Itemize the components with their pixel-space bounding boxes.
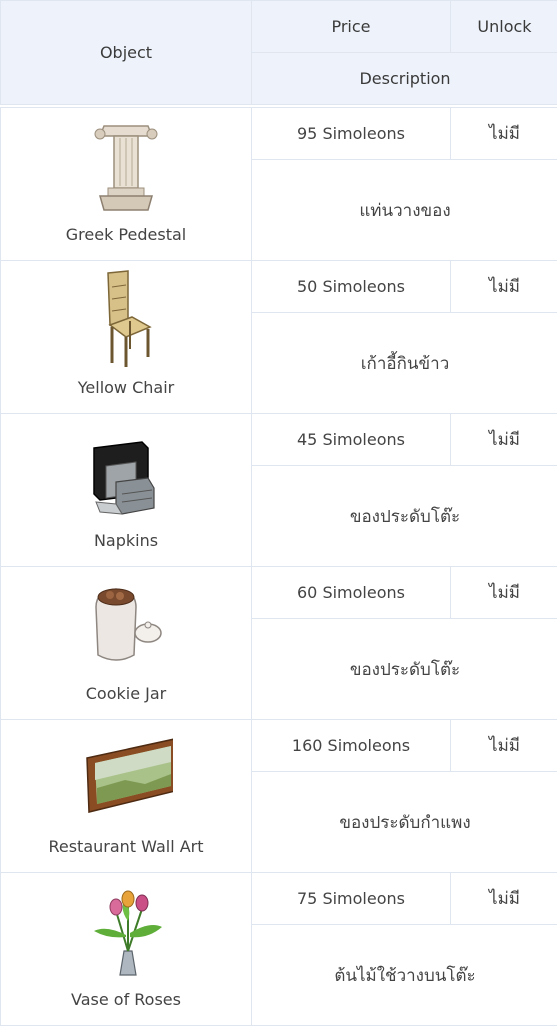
object-cell: Cookie Jar [1,567,252,720]
table-row: Greek Pedestal 95 Simoleons ไม่มี [1,108,557,160]
vase-icon [86,881,166,981]
unlock-cell: ไม่มี [451,414,557,466]
price-cell: 75 Simoleons [252,873,451,925]
table-row: Restaurant Wall Art 160 Simoleons ไม่มี [1,720,557,772]
header-price: Price [252,1,451,53]
object-name: Napkins [1,531,251,550]
table-row: Yellow Chair 50 Simoleons ไม่มี [1,261,557,313]
object-cell: Restaurant Wall Art [1,720,252,873]
table-row: Vase of Roses 75 Simoleons ไม่มี [1,873,557,925]
header-description: Description [252,53,557,105]
description-cell: ของประดับโต๊ะ [252,619,557,720]
object-cell: Yellow Chair [1,261,252,414]
table-row: Napkins 45 Simoleons ไม่มี [1,414,557,466]
unlock-cell: ไม่มี [451,720,557,772]
wall-art-icon [77,728,173,828]
object-name: Vase of Roses [1,990,251,1009]
unlock-cell: ไม่มี [451,261,557,313]
price-cell: 50 Simoleons [252,261,451,313]
header-row: Object Price Unlock [1,1,557,53]
table-row: Cookie Jar 60 Simoleons ไม่มี [1,567,557,619]
price-cell: 160 Simoleons [252,720,451,772]
object-cell: Greek Pedestal [1,108,252,261]
price-cell: 45 Simoleons [252,414,451,466]
object-name: Restaurant Wall Art [1,837,251,856]
object-name: Greek Pedestal [1,225,251,244]
napkins-icon [86,422,166,522]
unlock-cell: ไม่มี [451,873,557,925]
object-name: Yellow Chair [1,378,251,397]
unlock-cell: ไม่มี [451,567,557,619]
price-cell: 95 Simoleons [252,108,451,160]
header-unlock: Unlock [451,1,557,53]
object-cell: Vase of Roses [1,873,252,1026]
items-table: Object Price Unlock Description [0,0,557,1026]
chair-icon [86,269,166,369]
unlock-cell: ไม่มี [451,108,557,160]
description-cell: ของประดับโต๊ะ [252,466,557,567]
pedestal-icon [86,116,166,216]
header-object: Object [1,1,252,105]
object-name: Cookie Jar [1,684,251,703]
description-cell: ของประดับกำแพง [252,772,557,873]
description-cell: แท่นวางของ [252,160,557,261]
description-cell: ต้นไม้ใช้วางบนโต๊ะ [252,925,557,1026]
price-cell: 60 Simoleons [252,567,451,619]
cookie-jar-icon [86,575,166,675]
description-cell: เก้าอี้กินข้าว [252,313,557,414]
object-cell: Napkins [1,414,252,567]
